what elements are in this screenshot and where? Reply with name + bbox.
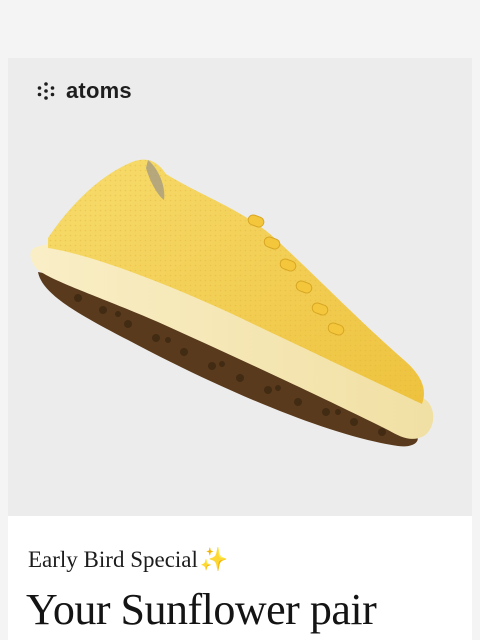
promo-headline: Your Sunflower pair	[26, 585, 377, 634]
promo-eyebrow: Early Bird Special✨	[28, 546, 229, 573]
promo-copy: Early Bird Special✨ Your Sunflower pair	[8, 516, 472, 640]
promo-eyebrow-text: Early Bird Special	[28, 547, 198, 572]
hero-image[interactable]: atoms	[8, 58, 472, 516]
top-band	[0, 0, 480, 58]
sneaker-product-image	[30, 159, 434, 447]
sparkle-icon: ✨	[199, 547, 229, 572]
email-card: atoms Early Bird Special✨ Your Sunflower…	[8, 58, 472, 640]
